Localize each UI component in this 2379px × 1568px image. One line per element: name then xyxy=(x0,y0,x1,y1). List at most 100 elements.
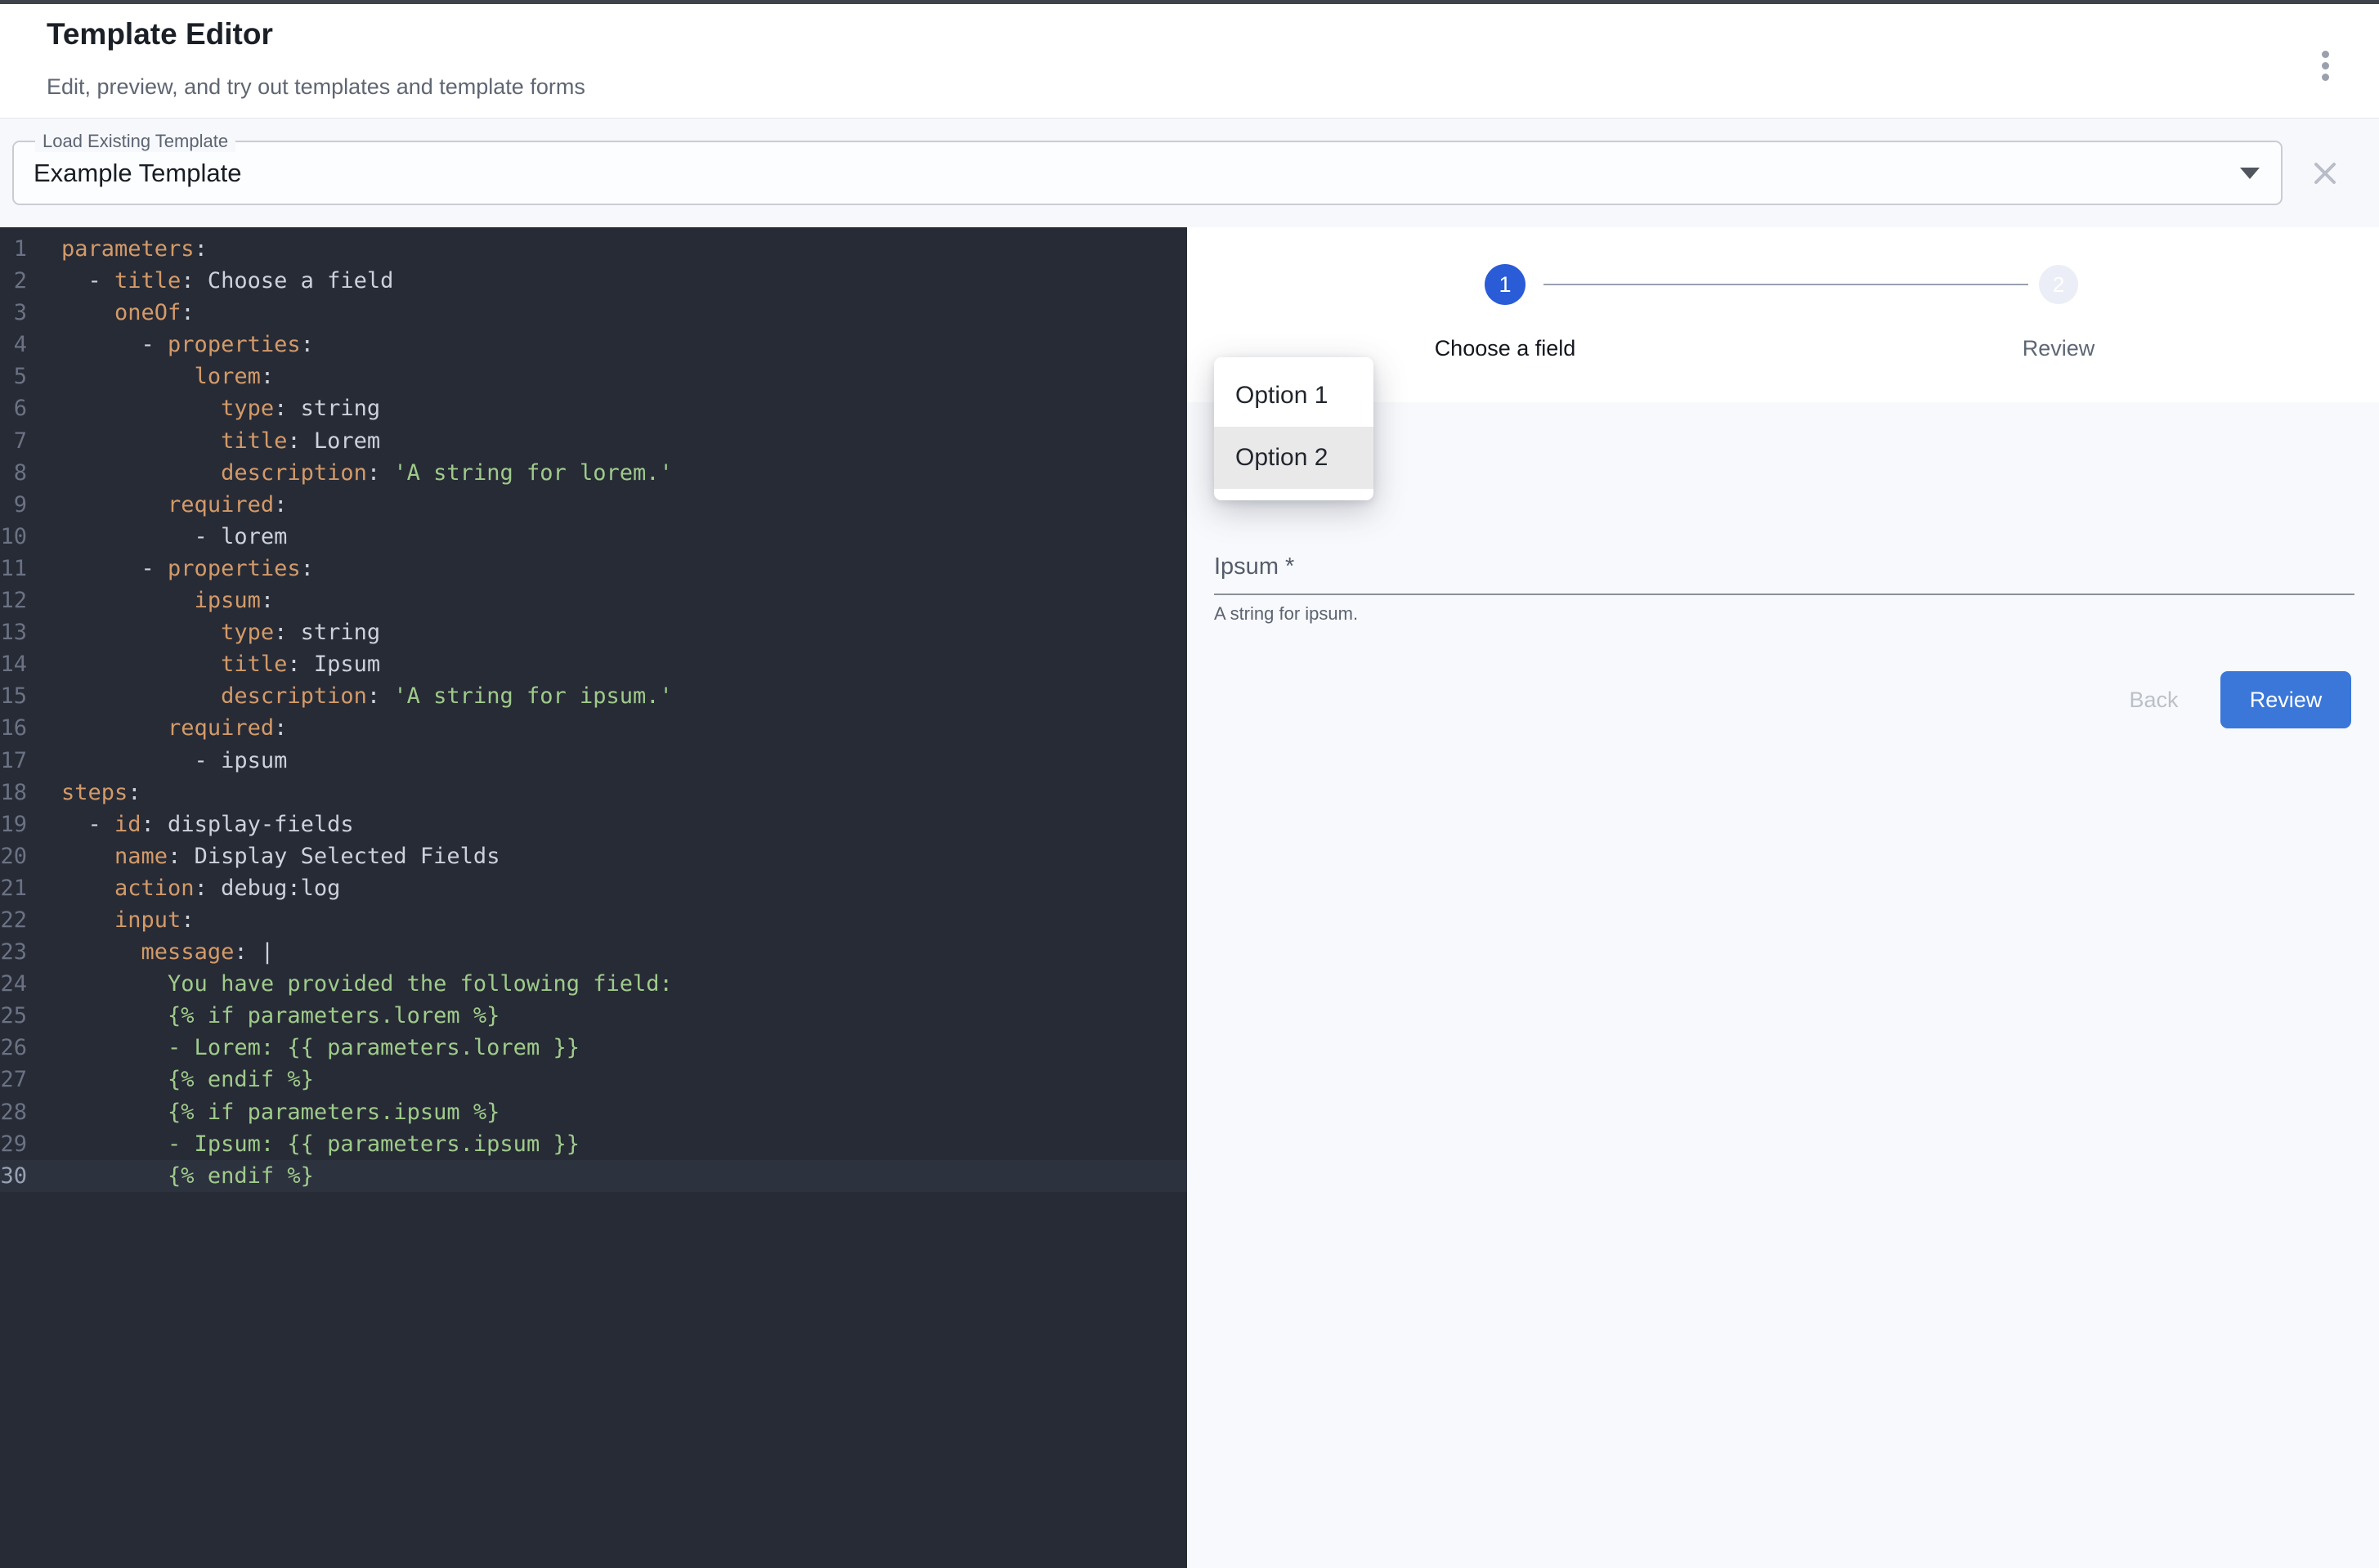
back-button[interactable]: Back xyxy=(2086,679,2221,721)
ipsum-field-label: Ipsum * xyxy=(1214,553,1294,580)
menu-item-option-1[interactable]: Option 1 xyxy=(1214,365,1373,427)
kebab-dot-icon xyxy=(2322,74,2329,81)
editor-line[interactable]: 18 steps: xyxy=(0,777,1187,809)
load-template-label: Load Existing Template xyxy=(35,131,235,152)
editor-line[interactable]: 19 - id: display-fields xyxy=(0,809,1187,840)
ipsum-field[interactable]: Ipsum * A string for ipsum. xyxy=(1214,546,2354,628)
load-template-row: Load Existing Template Example Template xyxy=(0,119,2379,227)
editor-line[interactable]: 9 required: xyxy=(0,489,1187,521)
line-number: 27 xyxy=(0,1064,27,1095)
ipsum-helper-text: A string for ipsum. xyxy=(1214,603,1358,625)
line-content: - Ipsum: {{ parameters.ipsum }} xyxy=(61,1128,580,1160)
step-indicator-2: 2 xyxy=(2039,265,2078,304)
editor-line[interactable]: 13 type: string xyxy=(0,616,1187,648)
line-number: 19 xyxy=(0,809,27,840)
line-number: 6 xyxy=(0,392,27,424)
line-content: lorem: xyxy=(61,361,274,392)
clear-template-button[interactable] xyxy=(2305,154,2345,193)
line-content: oneOf: xyxy=(61,297,195,329)
editor-line[interactable]: 30 {% endif %} xyxy=(0,1160,1187,1192)
editor-line[interactable]: 26 - Lorem: {{ parameters.lorem }} xyxy=(0,1032,1187,1064)
editor-line[interactable]: 3 oneOf: xyxy=(0,297,1187,329)
editor-line[interactable]: 14 title: Ipsum xyxy=(0,648,1187,680)
review-button[interactable]: Review xyxy=(2220,671,2351,728)
line-content: - properties: xyxy=(61,553,314,585)
kebab-dot-icon xyxy=(2322,62,2329,69)
editor-line[interactable]: 2 - title: Choose a field xyxy=(0,265,1187,297)
editor-line[interactable]: 17 - ipsum xyxy=(0,745,1187,777)
line-content: ipsum: xyxy=(61,585,274,616)
editor-line[interactable]: 22 input: xyxy=(0,904,1187,936)
editor-line[interactable]: 7 title: Lorem xyxy=(0,425,1187,457)
line-number: 2 xyxy=(0,265,27,297)
code-editor[interactable]: 1parameters:2 - title: Choose a field3 o… xyxy=(0,227,1187,1568)
line-content: required: xyxy=(61,489,287,521)
line-number: 18 xyxy=(0,777,27,809)
editor-line[interactable]: 11 - properties: xyxy=(0,553,1187,585)
editor-line[interactable]: 8 description: 'A string for lorem.' xyxy=(0,457,1187,489)
field-options-menu: Option 1 Option 2 xyxy=(1214,357,1373,500)
line-content: type: string xyxy=(61,392,380,424)
load-template-select[interactable]: Load Existing Template Example Template xyxy=(12,141,2283,205)
line-content: - title: Choose a field xyxy=(61,265,393,297)
line-content: name: Display Selected Fields xyxy=(61,840,500,872)
page-subtitle: Edit, preview, and try out templates and… xyxy=(47,74,585,100)
line-number: 12 xyxy=(0,585,27,616)
editor-line[interactable]: 20 name: Display Selected Fields xyxy=(0,840,1187,872)
stepper-connector xyxy=(1543,284,2028,285)
editor-line[interactable]: 25 {% if parameters.lorem %} xyxy=(0,1000,1187,1032)
ipsum-input-underline xyxy=(1214,594,2354,595)
line-number: 13 xyxy=(0,616,27,648)
line-content: input: xyxy=(61,904,195,936)
line-number: 8 xyxy=(0,457,27,489)
line-number: 16 xyxy=(0,712,27,744)
more-options-button[interactable] xyxy=(2305,42,2345,89)
line-number: 17 xyxy=(0,745,27,777)
line-number: 11 xyxy=(0,553,27,585)
line-number: 25 xyxy=(0,1000,27,1032)
editor-line[interactable]: 15 description: 'A string for ipsum.' xyxy=(0,680,1187,712)
line-number: 22 xyxy=(0,904,27,936)
editor-line[interactable]: 6 type: string xyxy=(0,392,1187,424)
kebab-dot-icon xyxy=(2322,51,2329,58)
line-number: 29 xyxy=(0,1128,27,1160)
line-content: - ipsum xyxy=(61,745,287,777)
line-content: {% endif %} xyxy=(61,1160,314,1192)
line-content: title: Lorem xyxy=(61,425,380,457)
line-content: parameters: xyxy=(61,233,208,265)
editor-line[interactable]: 29 - Ipsum: {{ parameters.ipsum }} xyxy=(0,1128,1187,1160)
line-content: description: 'A string for lorem.' xyxy=(61,457,673,489)
line-content: action: debug:log xyxy=(61,872,340,904)
line-content: - properties: xyxy=(61,329,314,361)
line-number: 15 xyxy=(0,680,27,712)
editor-line[interactable]: 5 lorem: xyxy=(0,361,1187,392)
line-content: required: xyxy=(61,712,287,744)
menu-item-option-2[interactable]: Option 2 xyxy=(1214,427,1373,489)
line-number: 10 xyxy=(0,521,27,553)
editor-line[interactable]: 23 message: | xyxy=(0,936,1187,968)
editor-line[interactable]: 21 action: debug:log xyxy=(0,872,1187,904)
line-content: {% if parameters.ipsum %} xyxy=(61,1096,500,1128)
line-number: 9 xyxy=(0,489,27,521)
step-indicator-1: 1 xyxy=(1485,264,1526,305)
line-number: 7 xyxy=(0,425,27,457)
line-content: You have provided the following field: xyxy=(61,968,673,1000)
editor-line[interactable]: 1parameters: xyxy=(0,233,1187,265)
close-icon xyxy=(2305,154,2345,193)
step-label-choose-a-field: Choose a field xyxy=(1382,336,1628,361)
editor-line[interactable]: 10 - lorem xyxy=(0,521,1187,553)
editor-line[interactable]: 12 ipsum: xyxy=(0,585,1187,616)
line-number: 3 xyxy=(0,297,27,329)
editor-line[interactable]: 28 {% if parameters.ipsum %} xyxy=(0,1096,1187,1128)
editor-line[interactable]: 27 {% endif %} xyxy=(0,1064,1187,1095)
line-number: 24 xyxy=(0,968,27,1000)
line-content: steps: xyxy=(61,777,141,809)
step-number: 2 xyxy=(2053,272,2064,298)
page-header: Template Editor Edit, preview, and try o… xyxy=(0,4,2379,118)
line-number: 14 xyxy=(0,648,27,680)
editor-line[interactable]: 24 You have provided the following field… xyxy=(0,968,1187,1000)
editor-line[interactable]: 16 required: xyxy=(0,712,1187,744)
editor-line[interactable]: 4 - properties: xyxy=(0,329,1187,361)
preview-panel: 1 2 Choose a field Review Option 1 Optio… xyxy=(1187,227,2379,1568)
page-title: Template Editor xyxy=(47,17,273,52)
